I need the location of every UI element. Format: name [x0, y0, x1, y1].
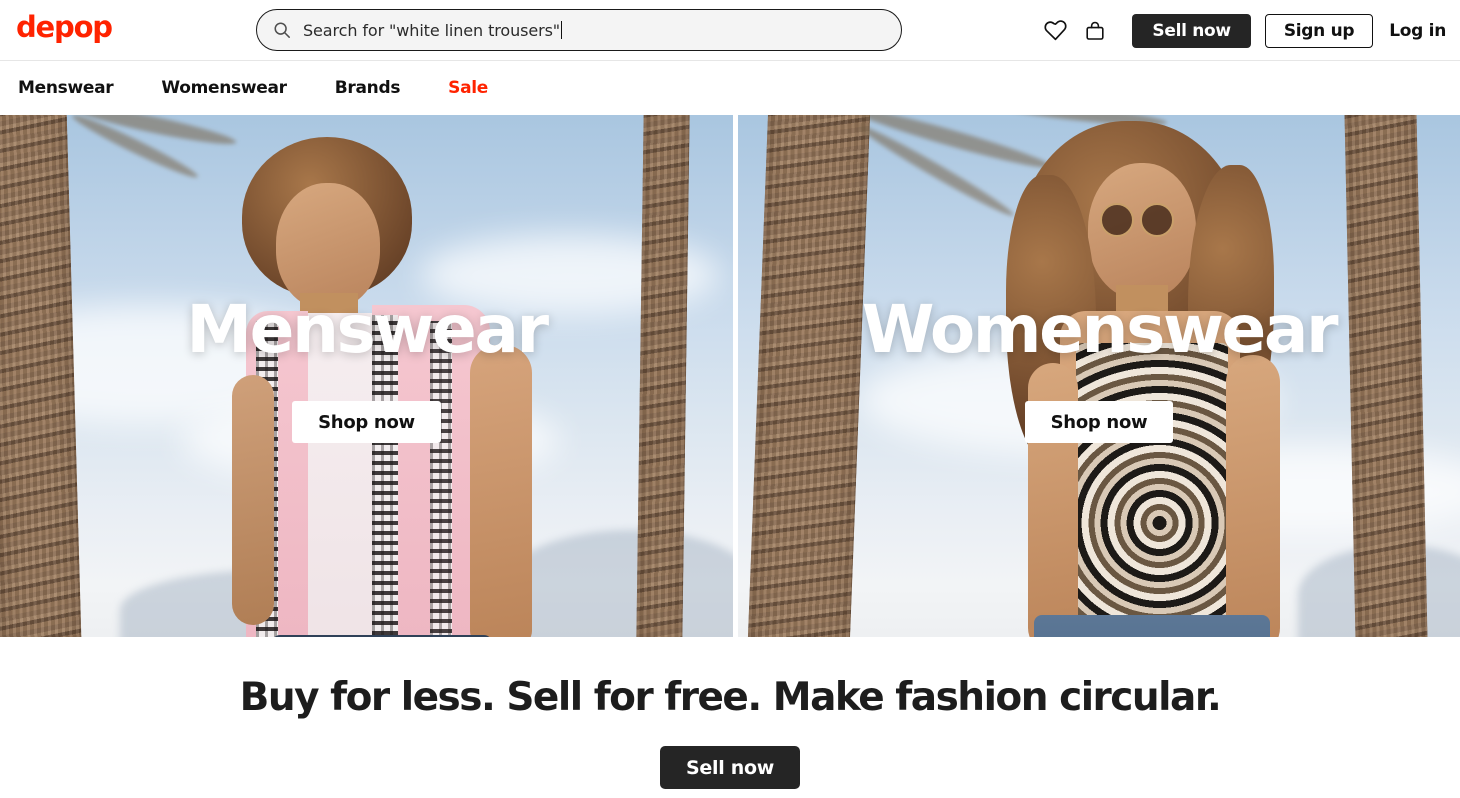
log-in-button[interactable]: Log in	[1389, 21, 1446, 41]
site-header: depop Search for "white linen trousers" …	[0, 0, 1460, 61]
palm-trunk	[747, 115, 871, 637]
hero-banner: Menswear Shop now Womenswear Shop now	[0, 115, 1460, 637]
nav-item-sale[interactable]: Sale	[448, 78, 488, 98]
primary-nav: Menswear Womenswear Brands Sale	[0, 61, 1460, 115]
tagline-text: Buy for less. Sell for free. Make fashio…	[239, 675, 1222, 720]
shop-now-button-menswear[interactable]: Shop now	[292, 401, 441, 443]
nav-item-brands[interactable]: Brands	[335, 78, 401, 98]
search-input[interactable]: Search for "white linen trousers"	[256, 9, 902, 51]
shop-now-button-womenswear[interactable]: Shop now	[1024, 401, 1174, 443]
tagline-section: Buy for less. Sell for free. Make fashio…	[0, 637, 1460, 798]
header-actions: Sell now Sign up Log in	[1035, 0, 1446, 61]
shopping-bag-icon[interactable]	[1075, 11, 1115, 51]
palm-trunk	[1344, 115, 1428, 637]
sunglasses	[1100, 203, 1134, 237]
hero-panel-menswear[interactable]: Menswear Shop now	[0, 115, 733, 637]
palm-trunk	[636, 115, 690, 637]
hero-panel-womenswear[interactable]: Womenswear Shop now	[738, 115, 1460, 637]
nav-item-womenswear[interactable]: Womenswear	[161, 78, 287, 98]
sell-now-button-footer[interactable]: Sell now	[660, 746, 800, 789]
nav-item-menswear[interactable]: Menswear	[18, 78, 114, 98]
search-icon	[273, 21, 291, 39]
text-cursor	[561, 21, 563, 39]
heart-icon[interactable]	[1035, 11, 1075, 51]
sign-up-button[interactable]: Sign up	[1264, 13, 1374, 48]
depop-logo[interactable]: depop	[16, 13, 113, 42]
search-input-value: Search for "white linen trousers"	[303, 20, 561, 40]
sunglasses	[1140, 203, 1174, 237]
sell-now-button[interactable]: Sell now	[1132, 13, 1251, 48]
